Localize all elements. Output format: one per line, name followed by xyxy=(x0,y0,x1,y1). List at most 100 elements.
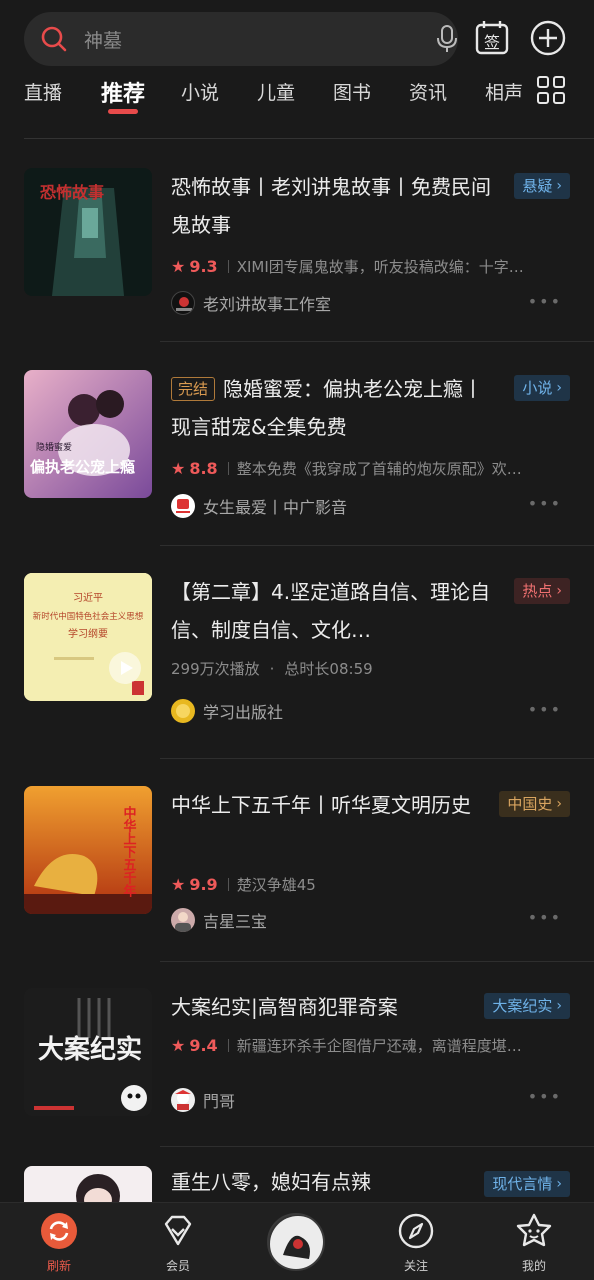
avatar xyxy=(171,494,195,518)
meta-divider xyxy=(227,462,229,475)
active-tab-indicator xyxy=(108,109,138,114)
plus-circle-icon xyxy=(530,20,566,56)
search-placeholder: 神墓 xyxy=(84,30,123,52)
nav-mine[interactable]: 我的 xyxy=(494,1211,574,1274)
completed-badge: 完结 xyxy=(171,377,216,401)
divider xyxy=(160,1146,594,1147)
item-title[interactable]: 大案纪实|高智商犯罪奇案 xyxy=(171,988,491,1026)
microphone-icon[interactable] xyxy=(434,24,460,54)
more-options-icon[interactable]: ••• xyxy=(528,494,562,513)
now-playing-disc[interactable] xyxy=(267,1213,325,1271)
category-tag[interactable]: 现代言情 › xyxy=(484,1171,570,1197)
item-meta: ★ 9.4 新疆连环杀手企图借尸还魂，离谱程度堪… xyxy=(171,1035,522,1056)
chevron-right-icon: › xyxy=(556,998,562,1014)
chevron-right-icon: › xyxy=(556,583,562,599)
author-name: 女生最爱丨中广影音 xyxy=(203,498,348,517)
play-icon[interactable] xyxy=(108,651,142,685)
item-title[interactable]: 恐怖故事丨老刘讲鬼故事丨免费民间鬼故事 xyxy=(171,168,491,244)
rating-value: 8.8 xyxy=(189,459,218,478)
author-name: 学习出版社 xyxy=(203,703,284,722)
tab-novel[interactable]: 小说 xyxy=(181,78,219,105)
cover-title-text: 大案纪实 xyxy=(38,1034,142,1065)
chevron-right-icon: › xyxy=(556,178,562,194)
album-cover: 恐怖故事 xyxy=(24,168,152,296)
avatar xyxy=(171,291,195,315)
chevron-right-icon: › xyxy=(556,380,562,396)
calendar-sign-icon: 签 xyxy=(475,21,509,55)
compass-icon xyxy=(398,1213,434,1249)
cover-subtitle-text: 隐婚蜜爱 xyxy=(36,441,72,453)
star-icon: ★ xyxy=(171,1036,186,1055)
category-tag[interactable]: 中国史 › xyxy=(499,791,570,817)
nav-follow[interactable]: 关注 xyxy=(376,1211,456,1274)
category-grid-icon[interactable] xyxy=(536,75,566,105)
category-tag[interactable]: 小说 › xyxy=(514,375,570,401)
rating-value: 9.9 xyxy=(189,875,218,894)
album-cover: 习近平 新时代中国特色社会主义思想 学习纲要 xyxy=(24,573,152,701)
tab-children[interactable]: 儿童 xyxy=(257,78,295,105)
star-icon: ★ xyxy=(171,459,186,478)
sign-label: 签 xyxy=(484,33,500,52)
item-meta: ★ 9.3 XIMI团专属鬼故事，听友投稿改编：十字… xyxy=(171,256,524,277)
tab-recommend[interactable]: 推荐 xyxy=(101,76,145,108)
author-row[interactable]: 女生最爱丨中广影音 xyxy=(171,494,347,518)
author-row[interactable]: 吉星三宝 xyxy=(171,908,267,932)
meta-dot: · xyxy=(269,659,275,678)
item-description: 楚汉争雄45 xyxy=(236,876,316,894)
rating: ★ 8.8 xyxy=(171,459,218,478)
nav-refresh[interactable]: 刷新 xyxy=(19,1211,99,1274)
profile-star-icon xyxy=(516,1213,552,1247)
item-meta: ★ 9.9 楚汉争雄45 xyxy=(171,874,316,895)
category-tag[interactable]: 悬疑 › xyxy=(514,173,570,199)
album-cover: 中华上下五千年 xyxy=(24,786,152,914)
cover-title-text: 中华上下五千年 xyxy=(121,805,137,898)
author-name: 老刘讲故事工作室 xyxy=(203,295,332,314)
more-options-icon[interactable]: ••• xyxy=(528,1087,562,1106)
tab-live[interactable]: 直播 xyxy=(24,78,62,105)
album-cover xyxy=(24,1166,152,1206)
item-title[interactable]: 中华上下五千年丨听华夏文明历史 xyxy=(171,786,491,824)
cover-title-text: 偏执老公宠上瘾 xyxy=(30,458,135,476)
rating: ★ 9.3 xyxy=(171,257,218,276)
author-row[interactable]: 門哥 xyxy=(171,1088,235,1112)
sign-in-button[interactable]: 签 xyxy=(472,18,512,58)
author-name: 吉星三宝 xyxy=(203,912,268,931)
search-icon xyxy=(41,26,67,52)
tab-crosstalk[interactable]: 相声 xyxy=(485,78,523,105)
author-row[interactable]: 老刘讲故事工作室 xyxy=(171,291,331,315)
more-options-icon[interactable]: ••• xyxy=(528,908,562,927)
item-title[interactable]: 【第二章】4.坚定道路自信、理论自信、制度自信、文化… xyxy=(171,573,491,649)
album-cover: 偏执老公宠上瘾 隐婚蜜爱 xyxy=(24,370,152,498)
tag-label: 现代言情 xyxy=(492,1175,553,1193)
cover-line-1: 习近平 xyxy=(73,591,103,604)
more-options-icon[interactable]: ••• xyxy=(528,700,562,719)
author-row[interactable]: 学习出版社 xyxy=(171,699,283,723)
tab-news[interactable]: 资讯 xyxy=(409,78,447,105)
author-name: 門哥 xyxy=(203,1092,236,1111)
tab-books[interactable]: 图书 xyxy=(333,78,371,105)
divider xyxy=(160,961,594,962)
tag-label: 大案纪实 xyxy=(492,997,553,1015)
category-tag[interactable]: 热点 › xyxy=(514,578,570,604)
divider xyxy=(160,545,594,546)
category-tag[interactable]: 大案纪实 › xyxy=(484,993,570,1019)
item-meta: ★ 8.8 整本免费《我穿成了首辅的炮灰原配》欢… xyxy=(171,458,522,479)
meta-divider xyxy=(227,1039,229,1052)
add-button[interactable] xyxy=(528,18,568,58)
play-count: 299万次播放 xyxy=(171,660,260,678)
item-title[interactable]: 完结 隐婚蜜爱：偏执老公宠上瘾丨现言甜宠&全集免费 xyxy=(171,370,491,446)
top-header: 神墓 签 直播 推荐 小说 儿童 图书 资讯 相声 xyxy=(0,0,594,120)
meta-divider xyxy=(227,878,229,891)
cover-title-text: 恐怖故事 xyxy=(40,183,104,202)
search-bar[interactable]: 神墓 xyxy=(24,12,458,66)
item-title[interactable]: 重生八零，媳妇有点辣 xyxy=(171,1163,491,1201)
avatar xyxy=(171,908,195,932)
rating-value: 9.3 xyxy=(189,257,218,276)
bottom-navigation: 刷新 会员 关注 我的 xyxy=(0,1202,594,1280)
nav-label: 会员 xyxy=(165,1259,190,1273)
item-meta: 299万次播放 · 总时长08:59 xyxy=(171,658,373,679)
divider xyxy=(160,341,594,342)
tag-label: 热点 xyxy=(522,582,553,600)
nav-vip[interactable]: 会员 xyxy=(138,1211,218,1274)
more-options-icon[interactable]: ••• xyxy=(528,292,562,311)
